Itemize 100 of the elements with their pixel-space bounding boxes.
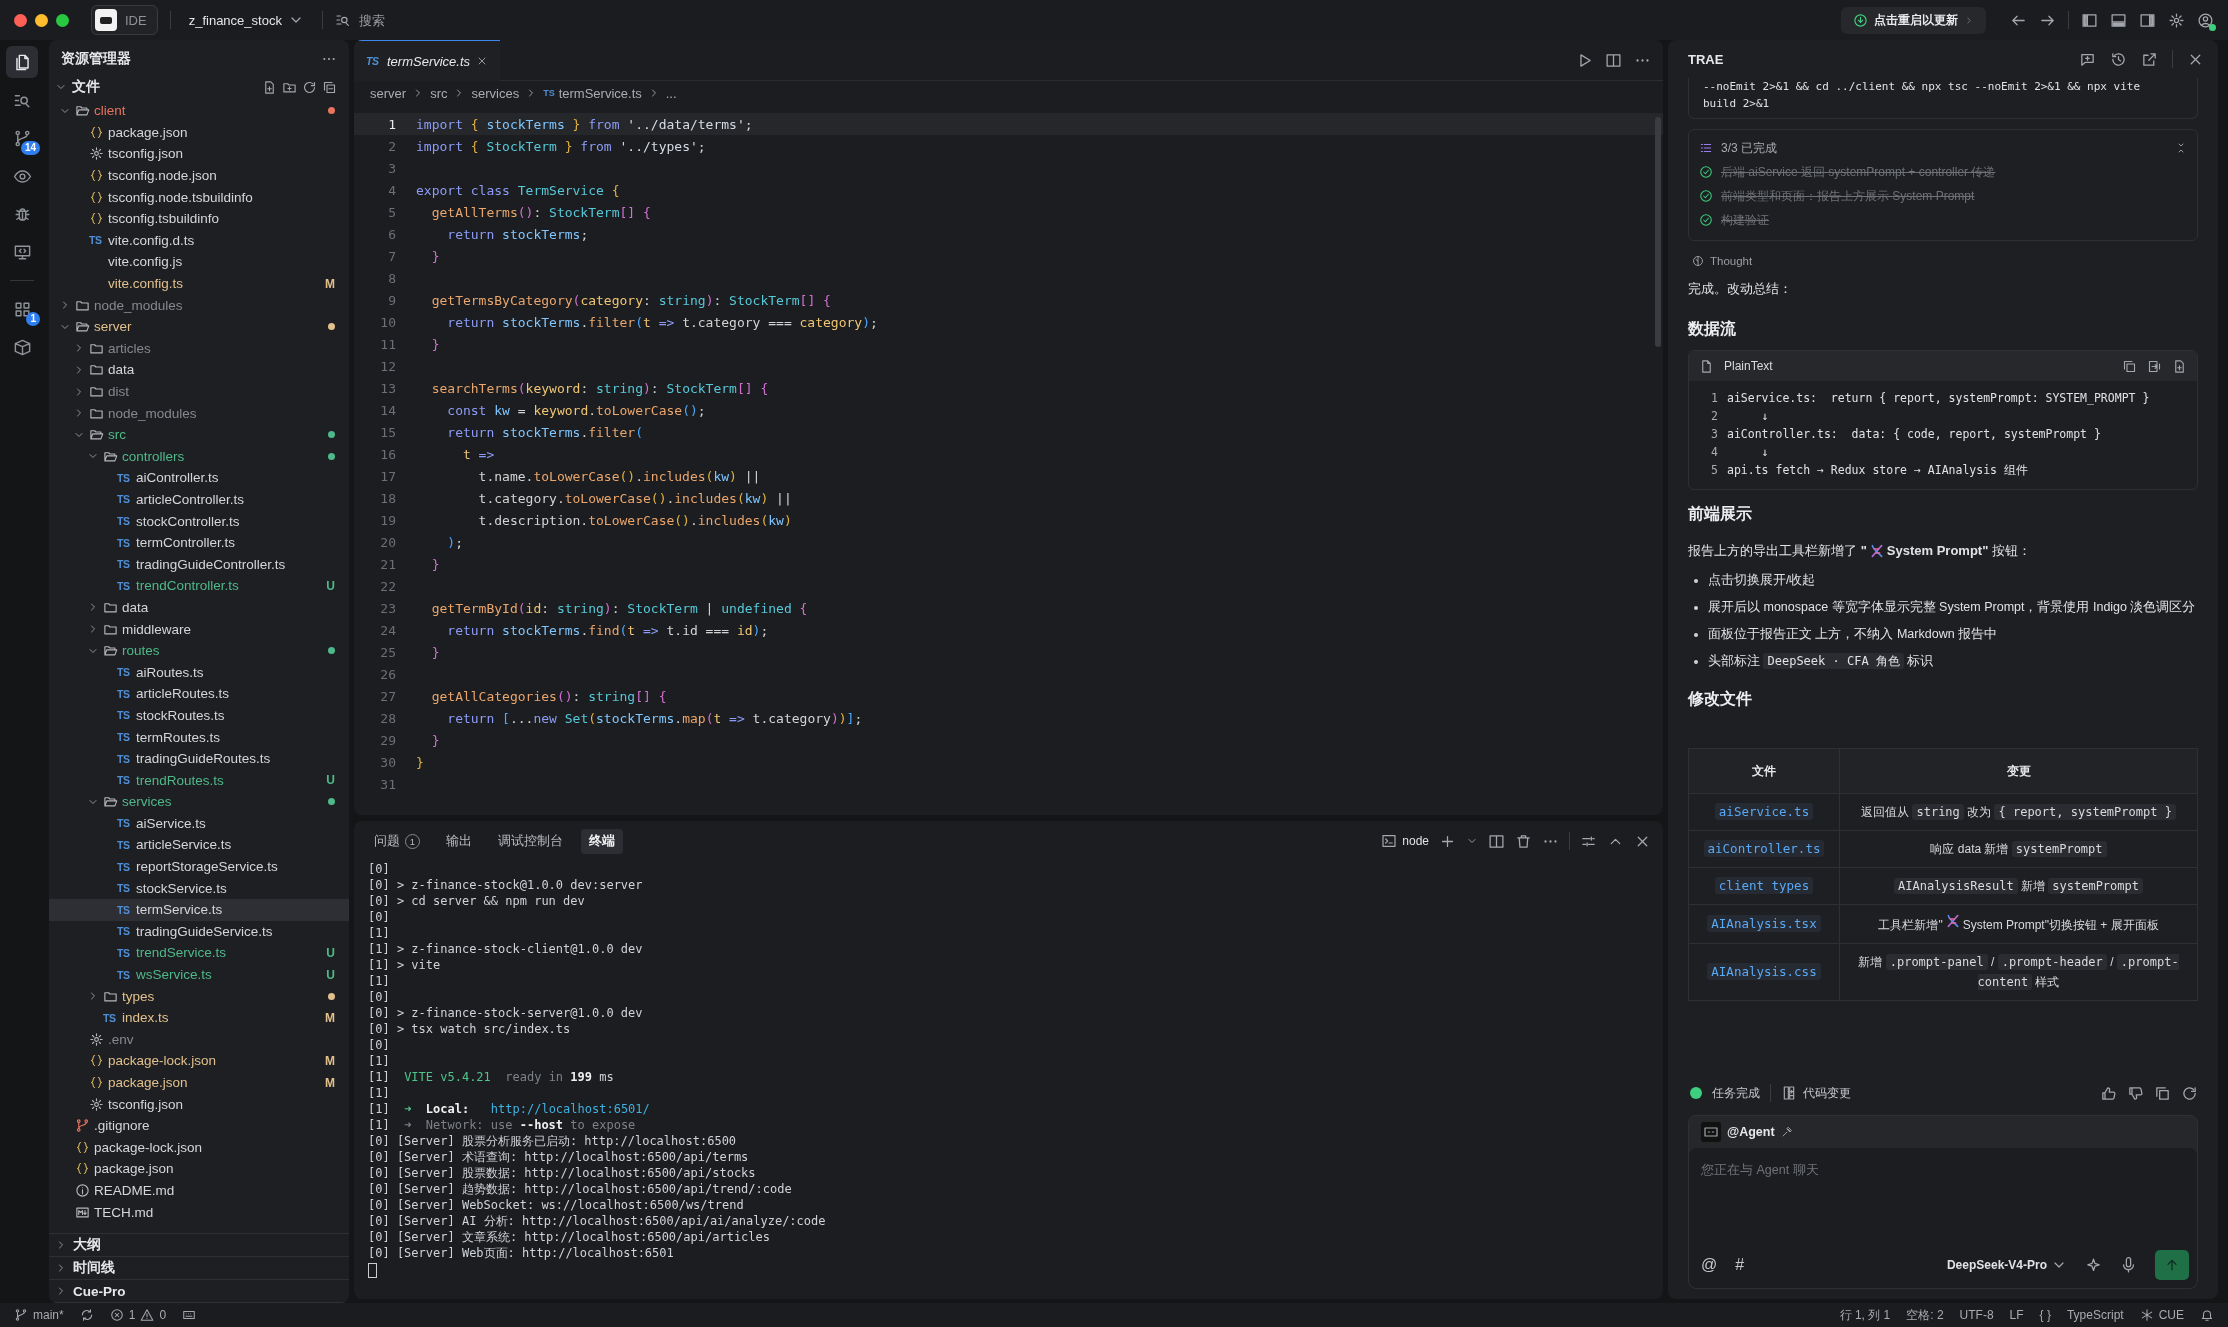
tree-item[interactable]: data: [49, 596, 349, 619]
close-window-button[interactable]: [14, 13, 27, 27]
scrollbar[interactable]: [1655, 117, 1661, 347]
panel-tab[interactable]: 输出: [438, 828, 480, 854]
chat-input[interactable]: 您正在与 Agent 聊天 @ # DeepSeek-V4-Pro: [1689, 1148, 2197, 1288]
tree-item[interactable]: TS articleController.ts: [49, 488, 349, 511]
breadcrumb-item[interactable]: services: [471, 85, 520, 101]
tree-item[interactable]: TS reportStorageService.ts: [49, 855, 349, 878]
tree-item[interactable]: services: [49, 791, 349, 813]
sparkle-icon[interactable]: [2085, 1256, 2102, 1274]
split-terminal-icon[interactable]: [1488, 832, 1505, 850]
thumbs-down-icon[interactable]: [2127, 1084, 2144, 1102]
collapsed-section[interactable]: 大纲: [49, 1234, 349, 1257]
tree-item[interactable]: TS aiRoutes.ts: [49, 661, 349, 684]
tree-item[interactable]: middleware: [49, 618, 349, 640]
breadcrumb-item[interactable]: server: [370, 85, 407, 101]
tree-item[interactable]: articles: [49, 337, 349, 360]
tree-item[interactable]: package-lock.json M: [49, 1050, 349, 1072]
tree-item[interactable]: node_modules: [49, 294, 349, 316]
notifications-icon[interactable]: [2200, 1308, 2214, 1322]
new-file-icon[interactable]: [262, 79, 277, 95]
tree-item[interactable]: TS termService.ts: [49, 898, 349, 921]
copy-icon[interactable]: [2122, 358, 2137, 374]
tree-item[interactable]: TS wsService.ts U: [49, 963, 349, 986]
tree-item[interactable]: README.md: [49, 1179, 349, 1202]
tree-item[interactable]: TS vite.config.d.ts: [49, 229, 349, 252]
microphone-icon[interactable]: [2120, 1256, 2137, 1274]
model-selector[interactable]: DeepSeek-V4-Pro: [1946, 1257, 2067, 1273]
terminal-selector[interactable]: node: [1381, 833, 1429, 849]
insert-icon[interactable]: [2147, 358, 2162, 374]
tree-item[interactable]: TS stockRoutes.ts: [49, 704, 349, 727]
pop-out-icon[interactable]: [2141, 50, 2158, 68]
panel-tab[interactable]: 终端: [581, 828, 623, 854]
tree-item[interactable]: TS tradingGuideService.ts: [49, 920, 349, 943]
tree-item[interactable]: TS termController.ts: [49, 531, 349, 554]
problems-status[interactable]: 1 0: [109, 1308, 167, 1322]
tree-item[interactable]: .gitignore: [49, 1114, 349, 1137]
collapsed-section[interactable]: 时间线: [49, 1257, 349, 1280]
history-icon[interactable]: [2110, 50, 2127, 68]
tree-item[interactable]: tsconfig.node.tsbuildinfo: [49, 186, 349, 208]
tree-item[interactable]: TS trendService.ts U: [49, 942, 349, 964]
tree-item[interactable]: vite.config.ts M: [49, 272, 349, 295]
tree-item[interactable]: tsconfig.json: [49, 143, 349, 165]
tree-item[interactable]: TS tradingGuideController.ts: [49, 553, 349, 576]
breadcrumb-item[interactable]: ...: [665, 85, 677, 101]
tree-item[interactable]: src: [49, 423, 349, 446]
indentation-status[interactable]: 空格: 2: [1906, 1306, 1944, 1324]
tree-item[interactable]: tsconfig.tsbuildinfo: [49, 207, 349, 230]
panel-tab[interactable]: 调试控制台: [490, 828, 571, 854]
tree-item[interactable]: types: [49, 985, 349, 1007]
tree-item[interactable]: TS tradingGuideRoutes.ts: [49, 747, 349, 770]
project-dropdown[interactable]: z_finance_stock: [182, 12, 310, 28]
new-file-icon[interactable]: [2172, 358, 2187, 374]
branch-status[interactable]: main*: [14, 1308, 64, 1322]
update-button[interactable]: 点击重启以更新: [1841, 6, 1986, 34]
tree-item[interactable]: package-lock.json: [49, 1136, 349, 1159]
thumbs-up-icon[interactable]: [2100, 1084, 2117, 1102]
tree-item[interactable]: TS termRoutes.ts: [49, 726, 349, 748]
tree-item[interactable]: tsconfig.node.json: [49, 164, 349, 187]
refresh-icon[interactable]: [302, 79, 317, 95]
tree-item[interactable]: TS trendController.ts U: [49, 575, 349, 597]
tree-item[interactable]: dist: [49, 380, 349, 403]
code-changes-button[interactable]: 代码变更: [1781, 1084, 1851, 1102]
section-title[interactable]: 文件: [72, 78, 100, 96]
left-sidebar-toggle-icon[interactable]: [2081, 11, 2098, 29]
tree-item[interactable]: data: [49, 359, 349, 381]
zoom-window-button[interactable]: [56, 13, 69, 27]
tree-item[interactable]: TS stockService.ts: [49, 877, 349, 899]
encoding-status[interactable]: UTF-8: [1959, 1308, 1994, 1322]
line-ending-status[interactable]: LF: [2009, 1308, 2024, 1322]
account-icon[interactable]: [2197, 11, 2214, 29]
tree-item[interactable]: TS stockController.ts: [49, 510, 349, 532]
context-button[interactable]: #: [1735, 1256, 1745, 1274]
breadcrumb-item[interactable]: TS termService.ts: [543, 85, 642, 101]
tree-item[interactable]: package.json: [49, 1158, 349, 1180]
regenerate-icon[interactable]: [2181, 1084, 2198, 1102]
sync-icon[interactable]: [79, 1308, 94, 1322]
tree-item[interactable]: client: [49, 100, 349, 122]
cursor-position[interactable]: 行 1, 列 1: [1839, 1306, 1891, 1324]
collapse-all-icon[interactable]: [322, 79, 337, 95]
tree-item[interactable]: node_modules: [49, 402, 349, 424]
settings-icon[interactable]: [2168, 11, 2185, 29]
tree-item[interactable]: TS trendRoutes.ts U: [49, 769, 349, 791]
tree-item[interactable]: TS aiController.ts: [49, 467, 349, 489]
tree-item[interactable]: package.json: [49, 121, 349, 144]
tree-item[interactable]: server: [49, 315, 349, 338]
keyboard-icon[interactable]: [182, 1308, 197, 1322]
tree-item[interactable]: TS articleRoutes.ts: [49, 683, 349, 705]
tree-item[interactable]: controllers: [49, 445, 349, 468]
tree-item[interactable]: routes: [49, 639, 349, 662]
language-status[interactable]: TypeScript: [2066, 1308, 2124, 1322]
tree-item[interactable]: TS aiService.ts: [49, 812, 349, 835]
trash-icon[interactable]: [1515, 832, 1532, 850]
right-sidebar-toggle-icon[interactable]: [2139, 11, 2156, 29]
language-braces-status[interactable]: { }: [2039, 1308, 2051, 1322]
bottom-panel-toggle-icon[interactable]: [2110, 11, 2127, 29]
tree-item[interactable]: TS articleService.ts: [49, 834, 349, 856]
search-field[interactable]: 搜索: [356, 11, 561, 29]
copy-icon[interactable]: [2154, 1084, 2171, 1102]
thought-toggle[interactable]: Thought: [1692, 255, 2198, 267]
